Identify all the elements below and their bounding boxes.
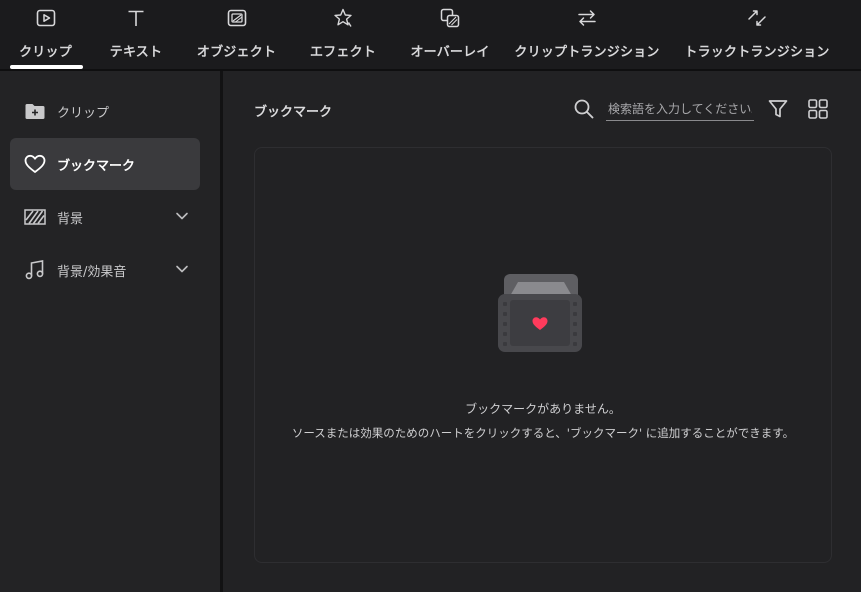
tab-effect[interactable]: エフェクト	[292, 0, 394, 69]
tab-label: オーバーレイ	[410, 45, 490, 60]
active-tab-indicator	[10, 65, 83, 69]
empty-bookmark-film-icon	[498, 274, 582, 352]
chevron-down-icon[interactable]	[174, 208, 190, 224]
tab-track-transition[interactable]: トラックトランジション	[668, 0, 846, 69]
grid-view-icon[interactable]	[806, 97, 830, 121]
folder-plus-icon	[25, 104, 45, 119]
chevron-down-icon[interactable]	[174, 261, 190, 277]
tab-label: クリップ	[19, 45, 72, 60]
sidebar-item-background[interactable]: 背景	[10, 191, 200, 243]
track-transition-icon	[748, 10, 766, 26]
tab-label: エフェクト	[309, 45, 376, 60]
tab-label: トラックトランジション	[684, 45, 830, 60]
tab-clip[interactable]: クリップ	[0, 0, 91, 69]
overlay-icon	[440, 8, 460, 28]
tab-clip-transition[interactable]: クリップトランジション	[506, 0, 668, 69]
search-input[interactable]	[606, 98, 754, 121]
sidebar-item-label: 背景/効果音	[57, 264, 127, 280]
striped-pattern-icon	[24, 209, 46, 225]
tab-label: クリップトランジション	[514, 45, 660, 60]
music-note-icon	[25, 260, 44, 280]
sidebar: クリップ ブックマーク 背景 背景/効果音	[0, 71, 223, 592]
tab-overlay[interactable]: オーバーレイ	[394, 0, 506, 69]
sidebar-item-background-sound[interactable]: 背景/効果音	[10, 244, 200, 296]
top-tab-bar: クリップ テキスト オブジェクト エフェクト オーバーレイ クリップトランジショ…	[0, 0, 861, 71]
empty-state-description: ソースまたは効果のためのハートをクリックすると、'ブックマーク' に追加すること…	[291, 426, 795, 440]
tab-text[interactable]: テキスト	[91, 0, 181, 69]
swap-arrows-icon	[578, 10, 596, 26]
search-icon[interactable]	[572, 97, 596, 121]
empty-state-title: ブックマークがありません。	[465, 402, 621, 416]
sidebar-item-label: 背景	[57, 211, 84, 227]
sidebar-item-bookmark[interactable]: ブックマーク	[10, 138, 200, 190]
page-title: ブックマーク	[254, 105, 333, 120]
filter-icon[interactable]	[766, 97, 790, 121]
sidebar-item-clip[interactable]: クリップ	[10, 85, 200, 137]
sidebar-item-label: ブックマーク	[57, 158, 136, 174]
tab-object[interactable]: オブジェクト	[181, 0, 292, 69]
heart-icon	[24, 154, 46, 173]
tab-label: テキスト	[109, 45, 163, 60]
sticker-icon	[227, 9, 246, 27]
text-t-icon	[128, 10, 144, 26]
effect-star-icon	[334, 8, 352, 27]
bookmark-empty-panel: ブックマークがありません。 ソースまたは効果のためのハートをクリックすると、'ブ…	[254, 147, 832, 563]
play-square-icon	[36, 9, 55, 27]
sidebar-item-label: クリップ	[57, 105, 110, 121]
tab-label: オブジェクト	[196, 45, 277, 60]
